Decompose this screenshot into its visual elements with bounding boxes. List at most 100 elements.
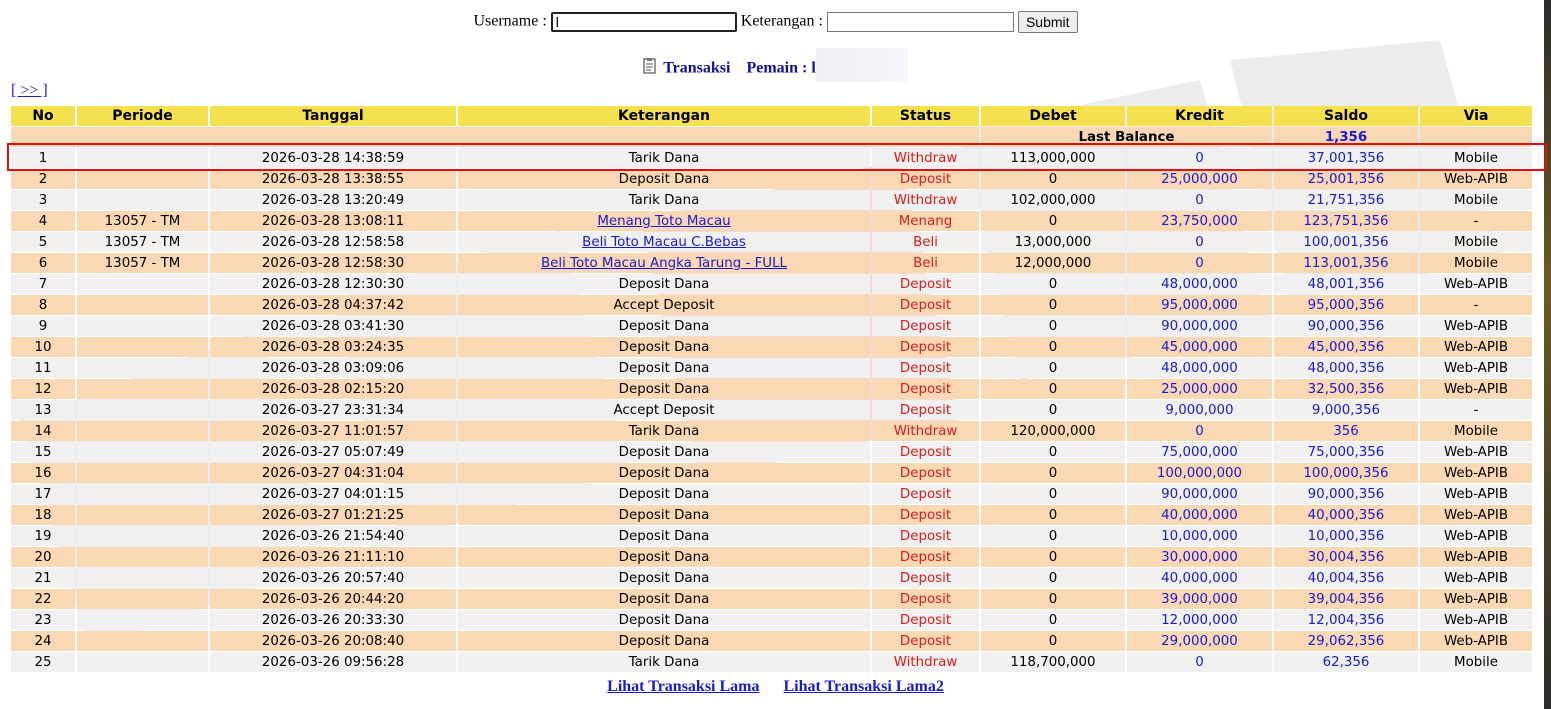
- cell-periode: 13057 - TM: [77, 211, 208, 231]
- cell-tanggal: 2026-03-28 13:08:11: [210, 211, 456, 231]
- cell-periode: [77, 148, 208, 168]
- cell-debet: 113,000,000: [981, 148, 1125, 168]
- cell-saldo: 113,001,356: [1274, 253, 1418, 273]
- username-label: Username :: [473, 12, 547, 30]
- cell-kredit: 9,000,000: [1127, 400, 1272, 420]
- cell-tanggal: 2026-03-28 04:37:42: [210, 295, 456, 315]
- cell-no: 8: [11, 295, 75, 315]
- cell-saldo: 95,000,356: [1274, 295, 1418, 315]
- cell-no: 9: [11, 316, 75, 336]
- cell-status: Deposit: [872, 463, 979, 483]
- cell-status: Menang: [872, 211, 979, 231]
- keterangan-input[interactable]: [826, 12, 1014, 32]
- cell-periode: [77, 442, 208, 462]
- cell-no: 15: [11, 442, 75, 462]
- column-header-periode: Periode: [77, 106, 208, 126]
- cell-no: 14: [11, 421, 75, 441]
- cell-periode: [77, 358, 208, 378]
- cell-no: 7: [11, 274, 75, 294]
- keterangan-link[interactable]: Beli Toto Macau C.Bebas: [582, 235, 746, 250]
- cell-debet: 0: [981, 547, 1125, 567]
- lihat-transaksi-lama2-link[interactable]: Lihat Transaksi Lama2: [784, 678, 944, 695]
- cell-status: Withdraw: [872, 652, 979, 672]
- pemain-label: Pemain : l: [746, 59, 816, 77]
- cell-no: 11: [11, 358, 75, 378]
- cell-via: Web-APIB: [1420, 484, 1532, 504]
- cell-saldo: 10,000,356: [1274, 526, 1418, 546]
- cell-keterangan: Deposit Dana: [458, 526, 870, 546]
- cell-via: Web-APIB: [1420, 631, 1532, 651]
- cell-keterangan: Deposit Dana: [458, 505, 870, 525]
- cell-debet: 13,000,000: [981, 232, 1125, 252]
- cell-status: Withdraw: [872, 190, 979, 210]
- cell-debet: 120,000,000: [981, 421, 1125, 441]
- cell-kredit: 12,000,000: [1127, 610, 1272, 630]
- cell-via: Web-APIB: [1420, 547, 1532, 567]
- table-row: 1 2026-03-28 14:38:59 Tarik Dana Withdraw 11…: [11, 148, 1532, 168]
- table-row: 8 2026-03-28 04:37:42 Accept Deposit Deposi…: [11, 295, 1532, 315]
- cell-tanggal: 2026-03-28 03:09:06: [210, 358, 456, 378]
- cell-no: 25: [11, 652, 75, 672]
- cell-tanggal: 2026-03-27 11:01:57: [210, 421, 456, 441]
- table-row: 5 13057 - TM 2026-03-28 12:58:58 Beli Toto …: [11, 232, 1532, 252]
- table-row: 2 2026-03-28 13:38:55 Deposit Dana Deposit 0…: [11, 169, 1532, 189]
- cell-via: Web-APIB: [1420, 568, 1532, 588]
- cell-saldo: 21,751,356: [1274, 190, 1418, 210]
- cell-debet: 0: [981, 400, 1125, 420]
- cell-status: Deposit: [872, 484, 979, 504]
- cell-debet: 0: [981, 505, 1125, 525]
- cell-debet: 102,000,000: [981, 190, 1125, 210]
- table-row: 13 2026-03-27 23:31:34 Accept Deposit Depos…: [11, 400, 1532, 420]
- cell-tanggal: 2026-03-28 12:30:30: [210, 274, 456, 294]
- cell-kredit: 100,000,000: [1127, 463, 1272, 483]
- cell-debet: 0: [981, 589, 1125, 609]
- cell-via: Mobile: [1420, 421, 1532, 441]
- cell-periode: [77, 400, 208, 420]
- cell-status: Deposit: [872, 589, 979, 609]
- cell-debet: 0: [981, 568, 1125, 588]
- cell-keterangan: Deposit Dana: [458, 316, 870, 336]
- cell-kredit: 0: [1127, 232, 1272, 252]
- table-row: 20 2026-03-26 21:11:10 Deposit Dana Deposit…: [11, 547, 1532, 567]
- cell-via: Web-APIB: [1420, 463, 1532, 483]
- cell-kredit: 90,000,000: [1127, 484, 1272, 504]
- cell-via: Web-APIB: [1420, 316, 1532, 336]
- column-header-via: Via: [1420, 106, 1532, 126]
- username-input[interactable]: [550, 12, 737, 32]
- cell-keterangan: Beli Toto Macau Angka Tarung - FULL: [458, 253, 870, 273]
- cell-debet: 0: [981, 337, 1125, 357]
- cell-kredit: 0: [1127, 148, 1272, 168]
- footer-links: Lihat Transaksi Lama Lihat Transaksi Lam…: [0, 678, 1551, 696]
- table-row: 17 2026-03-27 04:01:15 Deposit Dana Deposit…: [11, 484, 1532, 504]
- cell-debet: 0: [981, 442, 1125, 462]
- keterangan-link[interactable]: Menang Toto Macau: [597, 214, 730, 229]
- cell-no: 22: [11, 589, 75, 609]
- column-header-tanggal: Tanggal: [210, 106, 456, 126]
- keterangan-link[interactable]: Beli Toto Macau Angka Tarung - FULL: [541, 256, 787, 271]
- cell-tanggal: 2026-03-27 23:31:34: [210, 400, 456, 420]
- cell-no: 13: [11, 400, 75, 420]
- cell-saldo: 123,751,356: [1274, 211, 1418, 231]
- cell-status: Deposit: [872, 400, 979, 420]
- cell-no: 5: [11, 232, 75, 252]
- cell-keterangan: Deposit Dana: [458, 169, 870, 189]
- cell-periode: 13057 - TM: [77, 232, 208, 252]
- cell-via: Mobile: [1420, 148, 1532, 168]
- submit-button[interactable]: Submit: [1017, 11, 1078, 33]
- cell-saldo: 40,004,356: [1274, 568, 1418, 588]
- cell-keterangan: Deposit Dana: [458, 358, 870, 378]
- cell-via: Web-APIB: [1420, 505, 1532, 525]
- cell-kredit: 0: [1127, 652, 1272, 672]
- cell-status: Deposit: [872, 442, 979, 462]
- cell-status: Beli: [872, 232, 979, 252]
- cell-via: -: [1420, 211, 1532, 231]
- cell-keterangan: Deposit Dana: [458, 631, 870, 651]
- cell-kredit: 40,000,000: [1127, 505, 1272, 525]
- search-form: Username : Keterangan : Submit: [0, 11, 1551, 33]
- lihat-transaksi-lama-link[interactable]: Lihat Transaksi Lama: [607, 678, 759, 695]
- next-page-link[interactable]: [ >> ]: [11, 82, 48, 100]
- cell-keterangan: Deposit Dana: [458, 337, 870, 357]
- cell-via: Web-APIB: [1420, 526, 1532, 546]
- cell-periode: [77, 484, 208, 504]
- cell-keterangan: Accept Deposit: [458, 400, 870, 420]
